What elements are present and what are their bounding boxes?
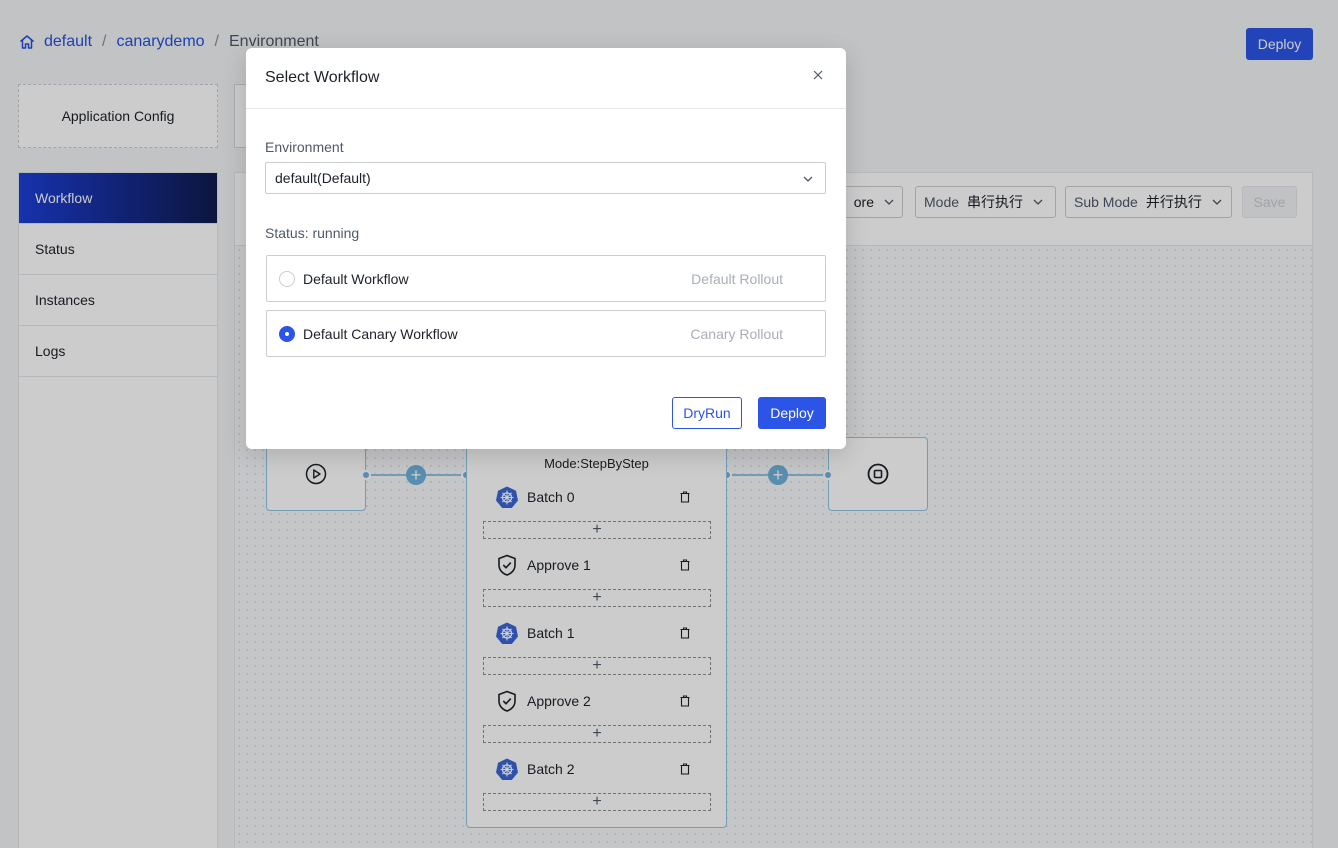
environment-select-value: default(Default) [275, 170, 371, 186]
chevron-down-icon [803, 176, 813, 182]
dialog-deploy-button[interactable]: Deploy [758, 397, 826, 429]
dialog-title: Select Workflow [265, 69, 380, 86]
workflow-option-description: Default Rollout [691, 270, 783, 287]
workflow-option-description: Canary Rollout [690, 325, 783, 342]
status-text: Status: running [265, 225, 360, 241]
workflow-option-name: Default Canary Workflow [303, 325, 458, 342]
environment-select[interactable]: default(Default) [265, 162, 826, 194]
select-workflow-dialog: Select Workflow Environment default(Defa… [246, 48, 846, 449]
dialog-header: Select Workflow [246, 48, 846, 109]
radio-button[interactable] [279, 270, 295, 287]
close-icon[interactable] [812, 69, 824, 81]
workflow-option-name: Default Workflow [303, 270, 409, 287]
workflow-option-default[interactable]: Default Workflow Default Rollout [266, 255, 826, 302]
dryrun-button[interactable]: DryRun [672, 397, 742, 429]
radio-button-checked[interactable] [279, 325, 295, 342]
environment-label: Environment [265, 139, 344, 155]
workflow-option-canary[interactable]: Default Canary Workflow Canary Rollout [266, 310, 826, 357]
